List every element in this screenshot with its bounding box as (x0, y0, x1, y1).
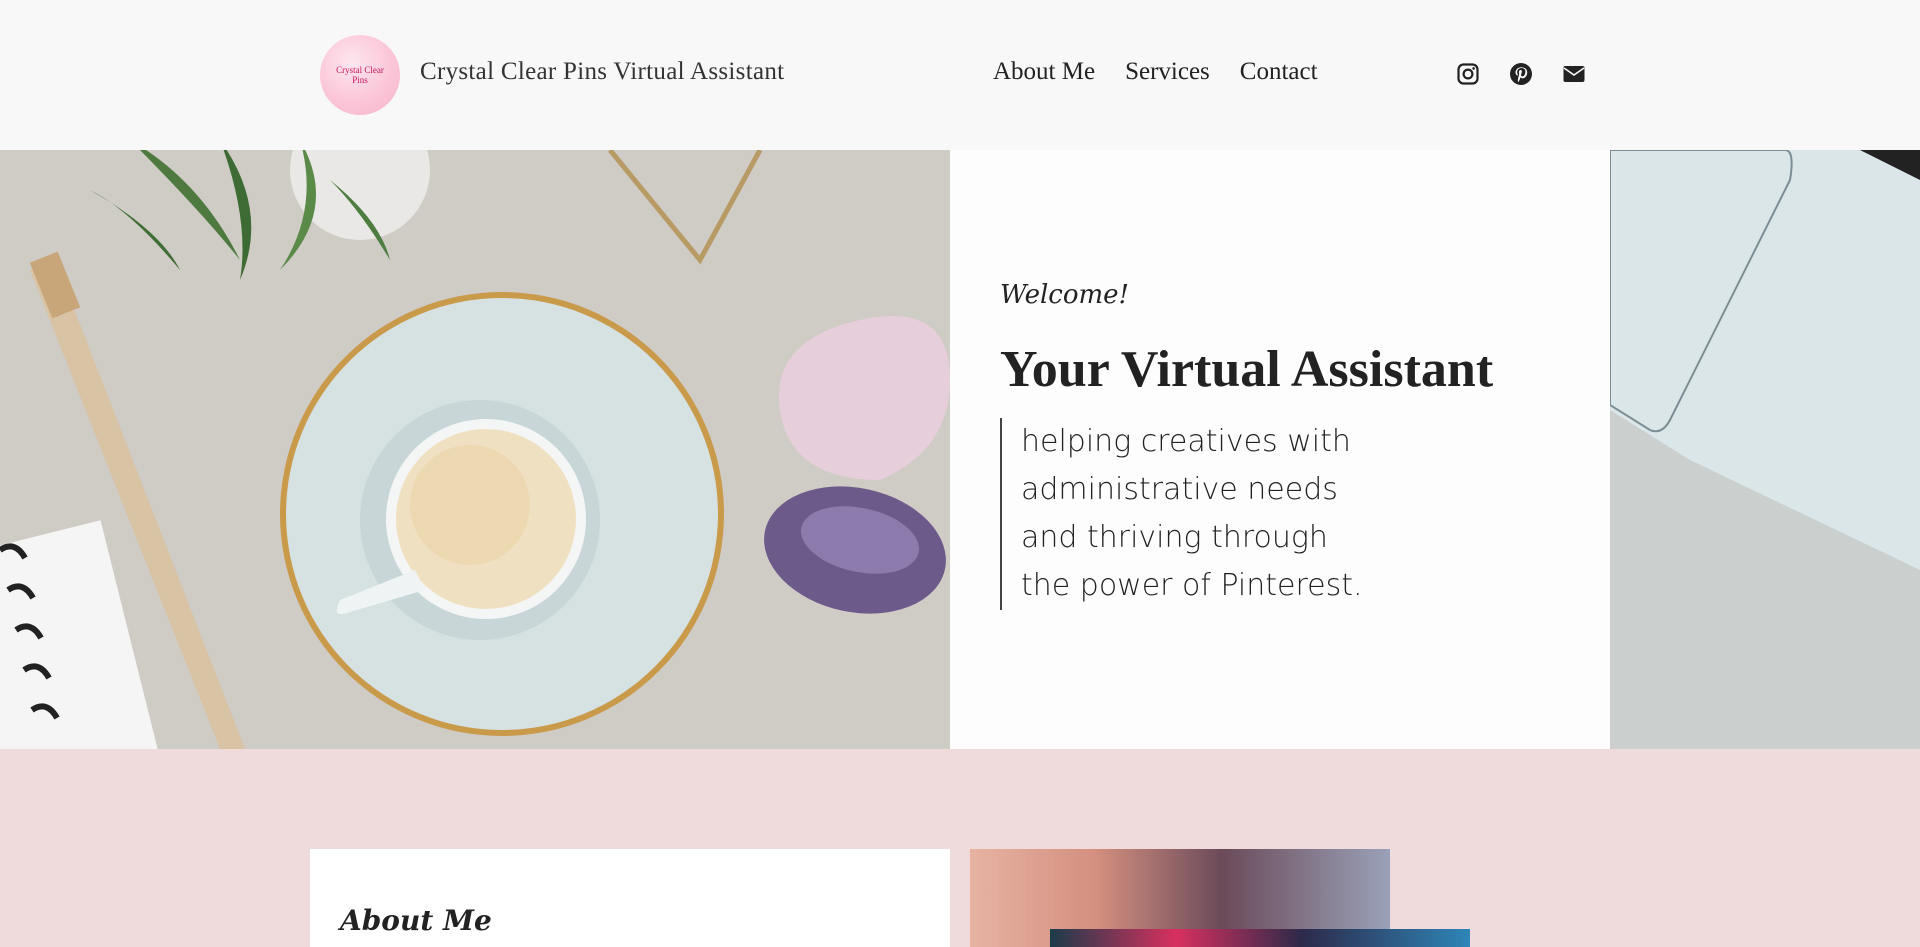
desk-flatlay-illustration (0, 150, 950, 749)
quote-line: the power of Pinterest. (1021, 568, 1363, 603)
nav-link-contact[interactable]: Contact (1240, 58, 1318, 86)
quote-line: helping creatives with (1021, 424, 1351, 459)
about-title: About Me (340, 904, 492, 937)
instagram-icon[interactable] (1456, 62, 1480, 86)
about-section: About Me (0, 749, 1920, 947)
nav-link-services[interactable]: Services (1125, 58, 1210, 86)
quote-line: administrative needs (1021, 472, 1338, 507)
hero-heading: Your Virtual Assistant (1000, 341, 1494, 398)
nav-link-about-me[interactable]: About Me (993, 58, 1095, 86)
laptop-illustration (1610, 150, 1920, 749)
social-links (1456, 62, 1586, 86)
hero-quote: helping creatives with administrative ne… (1000, 418, 1380, 610)
logo[interactable]: Crystal Clear Pins (320, 35, 400, 115)
welcome-text: Welcome! (1000, 280, 1130, 310)
main-nav: About Me Services Contact (993, 58, 1318, 86)
about-card: About Me (310, 849, 950, 947)
site-title[interactable]: Crystal Clear Pins Virtual Assistant (420, 58, 784, 86)
about-photo-secondary (1050, 929, 1470, 947)
envelope-icon[interactable] (1562, 62, 1586, 86)
site-header: Crystal Clear Pins Crystal Clear Pins Vi… (0, 0, 1920, 150)
hero-image-laptop (1610, 150, 1920, 749)
hero-section: Welcome! Your Virtual Assistant helping … (0, 150, 1920, 749)
quote-line: and thriving through (1021, 520, 1328, 555)
logo-text: Crystal Clear Pins (336, 65, 384, 85)
pinterest-icon[interactable] (1509, 62, 1533, 86)
hero-text-panel: Welcome! Your Virtual Assistant helping … (950, 150, 1610, 749)
hero-image-desk (0, 150, 950, 749)
